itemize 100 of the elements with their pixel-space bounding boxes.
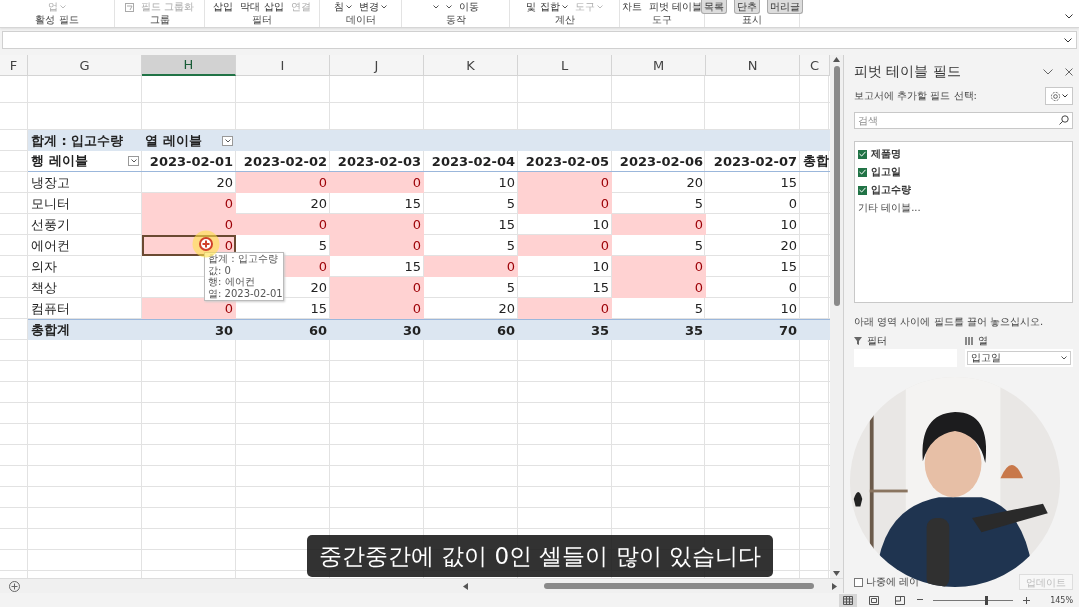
- table-cell: 15: [780, 175, 797, 190]
- add-sheet-icon[interactable]: [9, 580, 20, 592]
- table-cell: 20: [498, 301, 515, 316]
- table-cell: 10: [780, 217, 797, 232]
- table-cell: 0: [236, 214, 330, 235]
- caret-icon: [224, 138, 231, 143]
- column-header[interactable]: F: [0, 55, 28, 76]
- table-cell: 5: [506, 280, 515, 295]
- table-cell: 0: [788, 196, 797, 211]
- table-cell: [800, 319, 830, 340]
- ribbon-command[interactable]: 침: [334, 1, 344, 13]
- caret-icon: [1062, 94, 1068, 98]
- scroll-thumb[interactable]: [544, 583, 814, 589]
- table-cell: 15: [310, 301, 327, 316]
- ribbon-command[interactable]: 막대 삽입: [240, 1, 284, 13]
- ribbon-command[interactable]: 삽입: [213, 1, 234, 13]
- drag-hint: 아래 영역 사이에 필드를 끌어 놓으십시오.: [854, 315, 1045, 329]
- show-toggle-button[interactable]: 머리글: [767, 0, 803, 14]
- filter-icon: [854, 337, 862, 345]
- scroll-up-icon[interactable]: [833, 57, 840, 62]
- column-header[interactable]: L: [518, 55, 612, 76]
- table-cell: 10: [592, 217, 609, 232]
- column-labels-header: 열 레이블: [145, 131, 202, 150]
- column-header[interactable]: H: [142, 55, 236, 76]
- field-name[interactable]: 입고일: [871, 165, 901, 179]
- table-cell: 0: [518, 235, 612, 256]
- checkbox-label[interactable]: 나중에 레이: [866, 575, 920, 589]
- column-header[interactable]: M: [612, 55, 706, 76]
- table-cell-text: 책상: [30, 278, 58, 297]
- show-toggle-button[interactable]: 목록: [701, 0, 727, 14]
- column-header[interactable]: I: [236, 55, 330, 76]
- column-header[interactable]: N: [706, 55, 800, 76]
- show-toggle-button[interactable]: 단추: [734, 0, 760, 14]
- ribbon-command[interactable]: 차트: [621, 1, 642, 13]
- table-cell: 0: [612, 256, 706, 277]
- column-header[interactable]: K: [424, 55, 518, 76]
- ribbon-command[interactable]: 변경: [359, 1, 379, 13]
- table-cell: 15: [592, 280, 609, 295]
- table-cell: 0: [518, 298, 612, 319]
- vertical-scrollbar[interactable]: [830, 55, 843, 578]
- scroll-left-icon[interactable]: [463, 582, 468, 590]
- table-cell: 0: [612, 214, 706, 235]
- checkbox[interactable]: [854, 577, 863, 587]
- zoom-in-icon[interactable]: [1023, 596, 1031, 604]
- checkbox[interactable]: [858, 185, 867, 195]
- more-tables-link[interactable]: 기타 테이블...: [858, 201, 1069, 215]
- zoom-level[interactable]: 145%: [1050, 595, 1073, 605]
- checkbox[interactable]: [858, 149, 867, 159]
- area-field-dropdown[interactable]: 입고일: [967, 351, 1071, 365]
- column-header[interactable]: G: [28, 55, 142, 76]
- table-cell: 10: [592, 259, 609, 274]
- table-cell: 20: [216, 175, 233, 190]
- table-cell: 0: [330, 172, 424, 193]
- table-cell: 5: [318, 238, 327, 253]
- table-cell: 0: [788, 280, 797, 295]
- table-cell: 35: [612, 319, 706, 340]
- ribbon-group-label: 도구: [652, 14, 672, 26]
- page-break-icon: [895, 595, 906, 605]
- filter-dropdown-button[interactable]: [128, 156, 139, 166]
- checkbox[interactable]: [858, 167, 867, 177]
- table-cell: 10: [780, 301, 797, 316]
- table-cell: 5: [694, 196, 703, 211]
- table-cell: 60: [236, 319, 330, 340]
- ribbon-command[interactable]: 및 집합: [526, 1, 560, 13]
- expand-icon[interactable]: [1064, 37, 1072, 43]
- grid-icon: [843, 595, 854, 605]
- filter-dropdown-button[interactable]: [222, 135, 233, 146]
- caret-icon: [130, 159, 137, 163]
- table-cell: 0: [142, 214, 236, 235]
- table-cell: 0: [518, 193, 612, 214]
- table-cell: 0: [424, 256, 518, 277]
- zoom-thumb[interactable]: [985, 595, 989, 605]
- table-cell: 0: [612, 277, 706, 298]
- field-name[interactable]: 입고수량: [871, 183, 911, 197]
- table-cell: 0: [330, 235, 424, 256]
- close-icon[interactable]: [1065, 68, 1073, 76]
- column-header[interactable]: C: [800, 55, 830, 76]
- ribbon-command[interactable]: 피벗 테이블: [648, 1, 703, 13]
- table-cell: 0: [142, 298, 236, 319]
- ribbon-group-label: 표시: [742, 14, 762, 26]
- table-cell: 0: [330, 298, 424, 319]
- field-name[interactable]: 제품명: [871, 147, 901, 161]
- chevron-icon[interactable]: [1043, 69, 1053, 75]
- table-cell: 0: [142, 193, 236, 214]
- tooltip-line: 열: 2023-02-01: [208, 288, 280, 299]
- scroll-thumb[interactable]: [833, 66, 840, 306]
- panel-title: 피벗 테이블 필드: [854, 63, 961, 81]
- table-cell: 0: [330, 277, 424, 298]
- collapse-ribbon-icon[interactable]: [1065, 14, 1073, 19]
- view-button[interactable]: [839, 593, 858, 607]
- search-field[interactable]: 검색: [854, 112, 1073, 129]
- scroll-down-icon[interactable]: [833, 571, 840, 576]
- scroll-right-icon[interactable]: [832, 582, 837, 590]
- ribbon-command[interactable]: 이동: [458, 1, 479, 13]
- table-cell: 15: [404, 259, 421, 274]
- settings-button[interactable]: [1045, 87, 1073, 105]
- table-cell-text: 의자: [30, 257, 58, 276]
- table-cell: 20: [780, 238, 797, 253]
- column-header[interactable]: J: [330, 55, 424, 76]
- caret-icon: [1061, 356, 1067, 360]
